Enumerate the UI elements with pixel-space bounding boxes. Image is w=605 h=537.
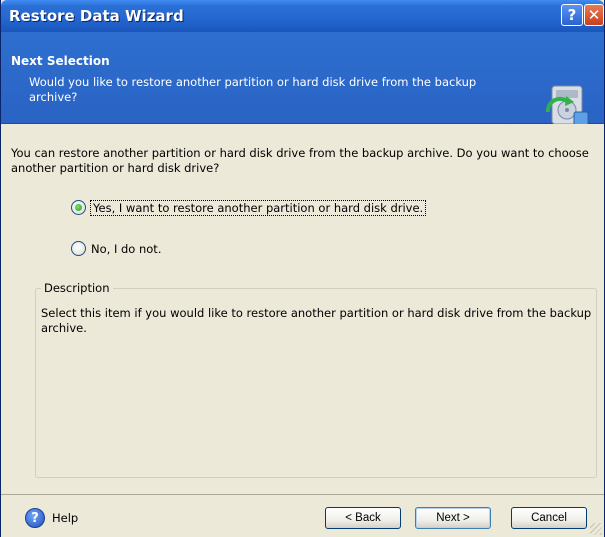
page-title: Next Selection: [11, 54, 110, 68]
radio-yes-label[interactable]: Yes, I want to restore another partition…: [89, 199, 427, 216]
cancel-button[interactable]: Cancel: [511, 507, 587, 529]
window-title: Restore Data Wizard: [9, 7, 184, 25]
title-bar[interactable]: Restore Data Wizard ? ✕: [1, 0, 604, 32]
wizard-header: Next Selection Would you like to restore…: [1, 32, 604, 127]
help-icon[interactable]: ?: [25, 508, 45, 528]
close-button[interactable]: ✕: [584, 4, 604, 26]
restore-data-wizard-window: Restore Data Wizard ? ✕ Next Selection W…: [0, 0, 605, 537]
backup-restore-icon: [545, 85, 589, 127]
description-text: Select this item if you would like to re…: [41, 306, 592, 335]
radio-selected-icon[interactable]: [71, 200, 86, 215]
radio-yes-restore-another[interactable]: Yes, I want to restore another partition…: [71, 199, 427, 216]
description-legend: Description: [41, 281, 113, 295]
question-mark-icon: ?: [567, 6, 577, 24]
radio-no[interactable]: No, I do not.: [71, 241, 161, 256]
next-button[interactable]: Next >: [415, 507, 491, 529]
wizard-footer: ? Help < Back Next > Cancel: [1, 494, 604, 537]
radio-no-label[interactable]: No, I do not.: [91, 242, 161, 256]
close-icon: ✕: [587, 6, 601, 24]
intro-text: You can restore another partition or har…: [11, 146, 589, 175]
help-link[interactable]: Help: [52, 511, 78, 525]
page-subtitle: Would you like to restore another partit…: [29, 75, 477, 104]
back-button[interactable]: < Back: [325, 507, 401, 529]
radio-unselected-icon[interactable]: [71, 241, 86, 256]
title-help-button[interactable]: ?: [561, 4, 583, 26]
resize-grip[interactable]: [590, 523, 602, 535]
wizard-content: You can restore another partition or har…: [1, 124, 604, 494]
